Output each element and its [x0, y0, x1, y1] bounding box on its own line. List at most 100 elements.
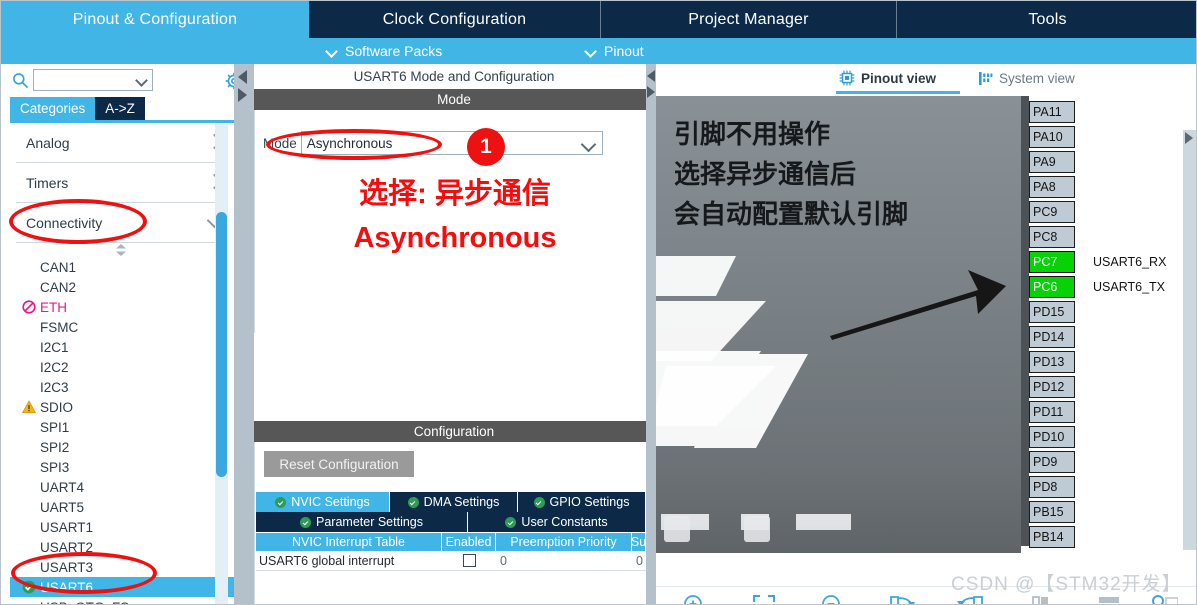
category-timers[interactable]: Timers: [16, 163, 228, 203]
menu-software-packs[interactable]: Software Packs: [327, 38, 442, 64]
rotate-clockwise-icon[interactable]: [886, 591, 918, 605]
chip-canvas[interactable]: 引脚不用操作 选择异步通信后 会自动配置默认引脚 PA11 PA10 PA9 PA8 P…: [656, 96, 1196, 586]
pin-pc6[interactable]: PC6: [1029, 276, 1075, 298]
mode-section-header-label: Mode: [437, 92, 471, 107]
pin-pa11[interactable]: PA11: [1029, 101, 1075, 123]
peripheral-item-label: I2C2: [40, 359, 69, 375]
peripheral-tree-panel: Categories A->Z Analog Timers Connectivi…: [1, 64, 234, 605]
subtab-gpio-settings[interactable]: GPIO Settings: [518, 492, 646, 512]
find-pin-icon[interactable]: [1146, 591, 1178, 605]
collapse-left-icon[interactable]: [238, 70, 247, 84]
rotate-counterclockwise-icon[interactable]: [955, 591, 987, 605]
right-splitter[interactable]: [646, 64, 656, 604]
enabled-cell: [442, 551, 496, 570]
search-input[interactable]: [33, 69, 153, 91]
chevron-down-icon: [580, 136, 597, 153]
chip-annotation-line-3: 会自动配置默认引脚: [674, 199, 909, 229]
fit-to-screen-icon[interactable]: [748, 591, 780, 605]
peripheral-item-i2c1[interactable]: I2C1: [10, 337, 234, 357]
peripheral-item-sdio[interactable]: SDIO: [10, 397, 234, 417]
pin-pd13[interactable]: PD13: [1029, 351, 1075, 373]
left-splitter[interactable]: [234, 64, 254, 604]
expand-middle-icon[interactable]: [647, 86, 655, 98]
enabled-checkbox[interactable]: [462, 554, 476, 567]
peripheral-item-label: ETH: [40, 299, 67, 315]
pin-pd15[interactable]: PD15: [1029, 301, 1075, 323]
tab-a-to-z[interactable]: A->Z: [95, 97, 145, 120]
configuration-section-header-label: Configuration: [413, 424, 495, 439]
peripheral-item-i2c2[interactable]: I2C2: [10, 357, 234, 377]
zoom-in-icon[interactable]: [679, 591, 711, 605]
peripheral-item-label: SPI2: [40, 439, 70, 455]
peripheral-item-spi2[interactable]: SPI2: [10, 437, 234, 457]
tab-system-view[interactable]: System view: [978, 67, 1075, 89]
flip-vertical-icon[interactable]: [1093, 591, 1125, 605]
pin-pa10[interactable]: PA10: [1029, 126, 1075, 148]
peripheral-item-label: USART1: [40, 519, 94, 535]
peripheral-item-eth[interactable]: ETH: [10, 297, 234, 317]
subtab-user-constants[interactable]: User Constants: [468, 512, 646, 532]
pin-signal-label: USART6_TX: [1093, 280, 1166, 294]
pin-pd9[interactable]: PD9: [1029, 451, 1075, 473]
chevron-down-icon: [135, 74, 148, 87]
check-circle-icon: [275, 496, 287, 508]
collapse-middle-icon[interactable]: [647, 70, 655, 82]
pin-pb14[interactable]: PB14: [1029, 526, 1075, 548]
tab-pinout-view[interactable]: Pinout view: [839, 67, 936, 89]
subtab-nvic-settings[interactable]: NVIC Settings: [256, 492, 390, 512]
peripheral-item-fsmc[interactable]: FSMC: [10, 317, 234, 337]
gear-icon[interactable]: [225, 72, 234, 90]
pin-pc8[interactable]: PC8: [1029, 226, 1075, 248]
peripheral-item-uart4[interactable]: UART4: [10, 477, 234, 497]
pin-pa8[interactable]: PA8: [1029, 176, 1075, 198]
peripheral-items: CAN1 CAN2 ETH FSMC I2C1 I2C2 I2C3 SDIO SPI1 SPI2 S…: [10, 257, 234, 605]
tab-project-manager[interactable]: Project Manager: [600, 1, 896, 38]
pin-pc7[interactable]: PC7: [1029, 251, 1075, 273]
menu-pinout[interactable]: Pinout: [586, 38, 644, 64]
reset-configuration-button[interactable]: Reset Configuration: [264, 451, 414, 477]
peripheral-item-label: UART5: [40, 499, 85, 515]
right-scrollbar-track[interactable]: [1183, 130, 1196, 550]
tab-clock-configuration[interactable]: Clock Configuration: [309, 1, 600, 38]
table-row[interactable]: USART6 global interrupt 0 0: [256, 551, 646, 571]
annotation-arrow-icon: [830, 270, 1006, 340]
subtab-parameter-settings[interactable]: Parameter Settings: [256, 512, 468, 532]
mode-section-body: Mode Asynchronous 1 选择: 异步通信 Asynchronou…: [254, 110, 654, 333]
peripheral-item-uart5[interactable]: UART5: [10, 497, 234, 517]
expand-left-icon[interactable]: [238, 88, 247, 102]
preemption-priority-cell[interactable]: 0: [496, 551, 632, 570]
chip-annotation-text: 引脚不用操作 选择异步通信后 会自动配置默认引脚: [674, 114, 908, 234]
annotation-ellipse-connectivity: [9, 199, 147, 244]
peripheral-item-i2c3[interactable]: I2C3: [10, 377, 234, 397]
peripheral-item-can1[interactable]: CAN1: [10, 257, 234, 277]
tab-categories[interactable]: Categories: [10, 97, 96, 120]
peripheral-item-usart2[interactable]: USART2: [10, 537, 234, 557]
list-spinner[interactable]: [10, 243, 234, 257]
category-analog[interactable]: Analog: [16, 123, 228, 163]
peripheral-item-usart1[interactable]: USART1: [10, 517, 234, 537]
pin-pd12[interactable]: PD12: [1029, 376, 1075, 398]
subtab-dma-settings[interactable]: DMA Settings: [390, 492, 518, 512]
pin-pd11[interactable]: PD11: [1029, 401, 1075, 423]
scrollbar-arrow-icon[interactable]: [1185, 132, 1193, 144]
pin-pc9[interactable]: PC9: [1029, 201, 1075, 223]
sub-priority-cell[interactable]: 0: [632, 551, 646, 570]
peripheral-item-spi1[interactable]: SPI1: [10, 417, 234, 437]
flip-horizontal-icon[interactable]: [1024, 591, 1056, 605]
updown-spinner-icon: [116, 244, 126, 256]
left-scrollbar-thumb[interactable]: [216, 212, 227, 477]
subtab-label: Parameter Settings: [316, 515, 423, 529]
tab-pinout-configuration[interactable]: Pinout & Configuration: [1, 1, 309, 38]
tab-pinout-view-label: Pinout view: [861, 70, 937, 86]
pin-pd14[interactable]: PD14: [1029, 326, 1075, 348]
pin-pa9[interactable]: PA9: [1029, 151, 1075, 173]
pin-pd8[interactable]: PD8: [1029, 476, 1075, 498]
pin-pb15[interactable]: PB15: [1029, 501, 1075, 523]
pin-pd10[interactable]: PD10: [1029, 426, 1075, 448]
forbidden-icon: [22, 300, 36, 314]
peripheral-item-spi3[interactable]: SPI3: [10, 457, 234, 477]
peripheral-item-can2[interactable]: CAN2: [10, 277, 234, 297]
zoom-out-icon[interactable]: [817, 591, 849, 605]
peripheral-item-usb_otg_fs[interactable]: USB_OTG_FS: [10, 597, 234, 605]
tab-tools[interactable]: Tools: [896, 1, 1196, 38]
